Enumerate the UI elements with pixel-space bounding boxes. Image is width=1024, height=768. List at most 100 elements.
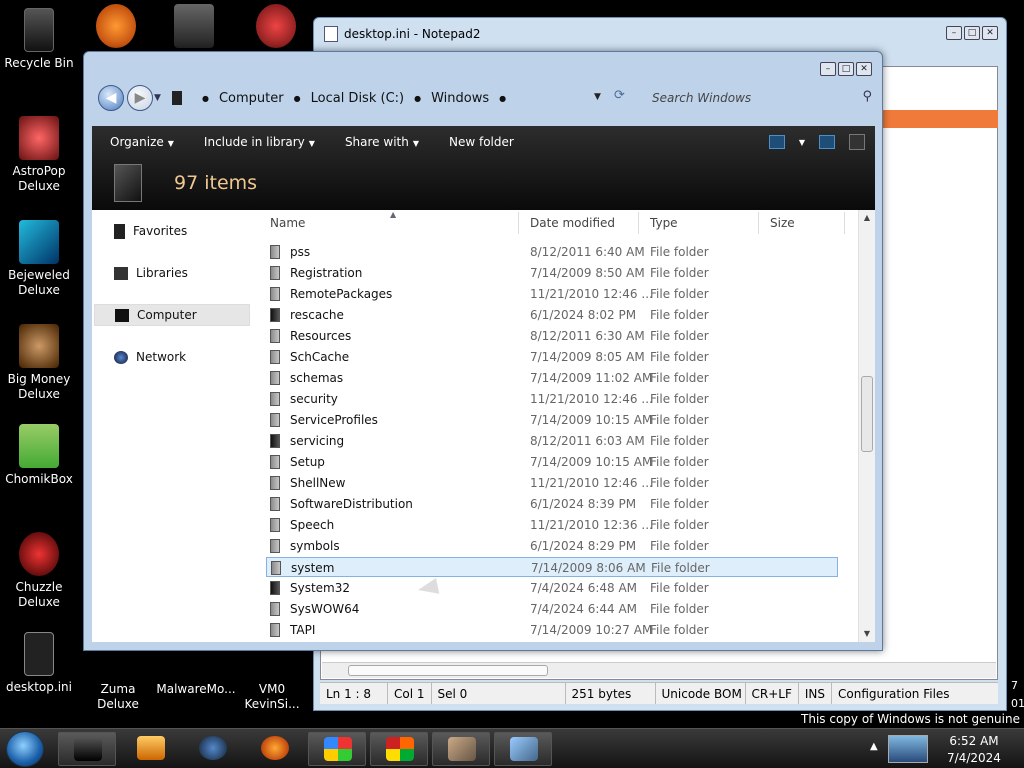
file-type: File folder — [650, 266, 709, 280]
table-row[interactable]: SysWOW64 7/4/2024 6:44 AM File folder — [266, 599, 838, 619]
tray-app-icon[interactable] — [888, 735, 928, 763]
search-input[interactable]: Search Windows ⚲ — [638, 86, 878, 110]
table-row[interactable]: rescache 6/1/2024 8:02 PM File folder — [266, 305, 838, 325]
recent-pages-chevron-icon[interactable]: ▼ — [154, 93, 161, 103]
breadcrumb-computer[interactable]: Computer — [219, 91, 284, 106]
desktop-icon-big-money[interactable]: Big Money Deluxe — [0, 324, 78, 402]
taskbar-notepad[interactable] — [494, 732, 552, 766]
table-row[interactable]: RemotePackages 11/21/2010 12:46 ... File f… — [266, 284, 838, 304]
scroll-down-icon[interactable]: ▼ — [859, 626, 875, 642]
nav-item-computer[interactable]: Computer — [94, 304, 250, 326]
table-row[interactable]: security 11/21/2010 12:46 ... File folder — [266, 389, 838, 409]
start-button[interactable] — [6, 731, 44, 767]
desktop-icon-chrome-top[interactable] — [246, 4, 306, 52]
explorer-window[interactable]: – □ ✕ ◀ ▶ ▼ ● Computer ● Local Disk (C:)… — [83, 51, 883, 651]
desktop-icon-folder-top[interactable] — [164, 4, 224, 52]
table-row[interactable]: Registration 7/14/2009 8:50 AM File folder — [266, 263, 838, 283]
table-row[interactable]: Speech 11/21/2010 12:36 ... File folder — [266, 515, 838, 535]
table-row[interactable]: schemas 7/14/2009 11:02 AM File folder — [266, 368, 838, 388]
taskbar-explorer[interactable] — [58, 732, 116, 766]
show-hidden-icons-icon[interactable]: ▲ — [870, 741, 878, 752]
notepad-status-bar: Ln 1 : 8 Col 1 Sel 0 251 bytes Unicode B… — [320, 682, 998, 704]
vertical-scrollbar[interactable]: ▲ ▼ — [858, 210, 875, 642]
table-row[interactable]: symbols 6/1/2024 8:29 PM File folder — [266, 536, 838, 556]
column-header-name[interactable]: Name — [270, 216, 305, 230]
table-row[interactable]: Resources 8/12/2011 6:30 AM File folder — [266, 326, 838, 346]
nav-item-favorites[interactable]: Favorites — [94, 220, 250, 242]
table-row[interactable]: system 7/14/2009 8:06 AM File folder — [266, 557, 838, 577]
folder-icon — [270, 623, 280, 637]
maximize-button[interactable]: □ — [838, 62, 854, 76]
file-list[interactable]: ▲ Name Date modified Type Size pss 8/12/2… — [260, 210, 875, 642]
minimize-button[interactable]: – — [946, 26, 962, 40]
forward-button[interactable]: ▶ — [127, 85, 153, 111]
new-folder-button[interactable]: New folder — [449, 135, 514, 149]
close-button[interactable]: ✕ — [982, 26, 998, 40]
table-row[interactable]: servicing 8/12/2011 6:03 AM File folder — [266, 431, 838, 451]
close-button[interactable]: ✕ — [856, 62, 872, 76]
taskbar-windows-app[interactable] — [308, 732, 366, 766]
include-in-library-button[interactable]: Include in library ▼ — [204, 135, 315, 149]
scrollbar-thumb[interactable] — [861, 376, 873, 452]
file-name: SchCache — [290, 350, 350, 364]
table-row[interactable]: System32 7/4/2024 6:48 AM File folder — [266, 578, 838, 598]
preview-pane-icon[interactable] — [819, 135, 835, 149]
minimize-button[interactable]: – — [820, 62, 836, 76]
breadcrumb-windows[interactable]: Windows — [431, 91, 489, 106]
taskbar-game[interactable] — [370, 732, 428, 766]
file-name: Setup — [290, 455, 325, 469]
table-row[interactable]: ShellNew 11/21/2010 12:46 ... File folder — [266, 473, 838, 493]
change-view-icon[interactable] — [768, 135, 785, 149]
taskbar-globe[interactable] — [184, 732, 242, 766]
taskbar-puzzle[interactable] — [432, 732, 490, 766]
table-row[interactable]: SchCache 7/14/2009 8:05 AM File folder — [266, 347, 838, 367]
table-row[interactable]: ServiceProfiles 7/14/2009 10:15 AM File fo… — [266, 410, 838, 430]
folder-icon — [270, 350, 280, 364]
desktop-icon-chomikbox[interactable]: ChomikBox — [0, 424, 78, 487]
notepad-title: desktop.ini - Notepad2 — [344, 27, 481, 41]
search-icon[interactable]: ⚲ — [862, 89, 872, 104]
table-row[interactable]: Setup 7/14/2009 10:15 AM File folder — [266, 452, 838, 472]
desktop-icon-vm0[interactable]: VM0 KevinSi... — [234, 682, 310, 712]
nav-item-network[interactable]: Network — [94, 346, 250, 368]
notepad-horizontal-scrollbar[interactable] — [322, 662, 996, 678]
organize-button[interactable]: Organize ▼ — [110, 135, 174, 149]
desktop-icon-recycle-bin[interactable]: Recycle Bin — [0, 8, 78, 71]
desktop-icon-firefox-top[interactable] — [86, 4, 146, 52]
file-date: 6/1/2024 8:39 PM — [530, 497, 637, 511]
file-date: 7/14/2009 8:05 AM — [530, 350, 645, 364]
column-header-type[interactable]: Type — [650, 216, 678, 230]
address-dropdown-icon[interactable]: ▼ — [594, 92, 601, 102]
status-encoding: Unicode BOM — [656, 683, 746, 704]
maximize-button[interactable]: □ — [964, 26, 980, 40]
nav-item-libraries[interactable]: Libraries — [94, 262, 250, 284]
column-header-date[interactable]: Date modified — [530, 216, 615, 230]
taskbar-firefox[interactable] — [246, 732, 304, 766]
refresh-icon[interactable]: ⟳ — [614, 88, 625, 103]
address-bar-area: ◀ ▶ ▼ ● Computer ● Local Disk (C:) ● Win… — [96, 82, 872, 116]
table-row[interactable]: pss 8/12/2011 6:40 AM File folder — [266, 242, 838, 262]
scrollbar-thumb[interactable] — [348, 665, 548, 676]
table-row[interactable]: TAPI 7/14/2009 10:27 AM File folder — [266, 620, 838, 640]
back-button[interactable]: ◀ — [98, 85, 124, 111]
desktop-icon-malwaremo[interactable]: MalwareMo... — [156, 682, 236, 697]
chevron-down-icon[interactable]: ▼ — [799, 138, 805, 147]
scroll-up-icon[interactable]: ▲ — [859, 210, 875, 226]
folder-icon — [174, 4, 214, 48]
desktop-icon-zuma[interactable]: Zuma Deluxe — [78, 682, 158, 712]
taskbar-media-player[interactable] — [122, 732, 180, 766]
column-header-size[interactable]: Size — [770, 216, 795, 230]
breadcrumb-local-disk[interactable]: Local Disk (C:) — [311, 91, 404, 106]
help-icon[interactable] — [849, 134, 865, 150]
file-date: 6/1/2024 8:29 PM — [530, 539, 637, 553]
desktop-icon-desktop-ini[interactable]: desktop.ini — [0, 632, 78, 695]
desktop-icon-chuzzle[interactable]: Chuzzle Deluxe — [0, 532, 78, 610]
clock[interactable]: 6:52 AM 7/4/2024 — [934, 733, 1014, 767]
table-row[interactable]: SoftwareDistribution 6/1/2024 8:39 PM File… — [266, 494, 838, 514]
file-date: 6/1/2024 8:02 PM — [530, 308, 637, 322]
breadcrumb[interactable]: ● Computer ● Local Disk (C:) ● Windows ● — [172, 85, 622, 111]
file-date: 7/4/2024 6:48 AM — [530, 581, 638, 595]
share-with-button[interactable]: Share with ▼ — [345, 135, 419, 149]
desktop-icon-bejeweled[interactable]: Bejeweled Deluxe — [0, 220, 78, 298]
desktop-icon-astropop[interactable]: AstroPop Deluxe — [0, 116, 78, 194]
